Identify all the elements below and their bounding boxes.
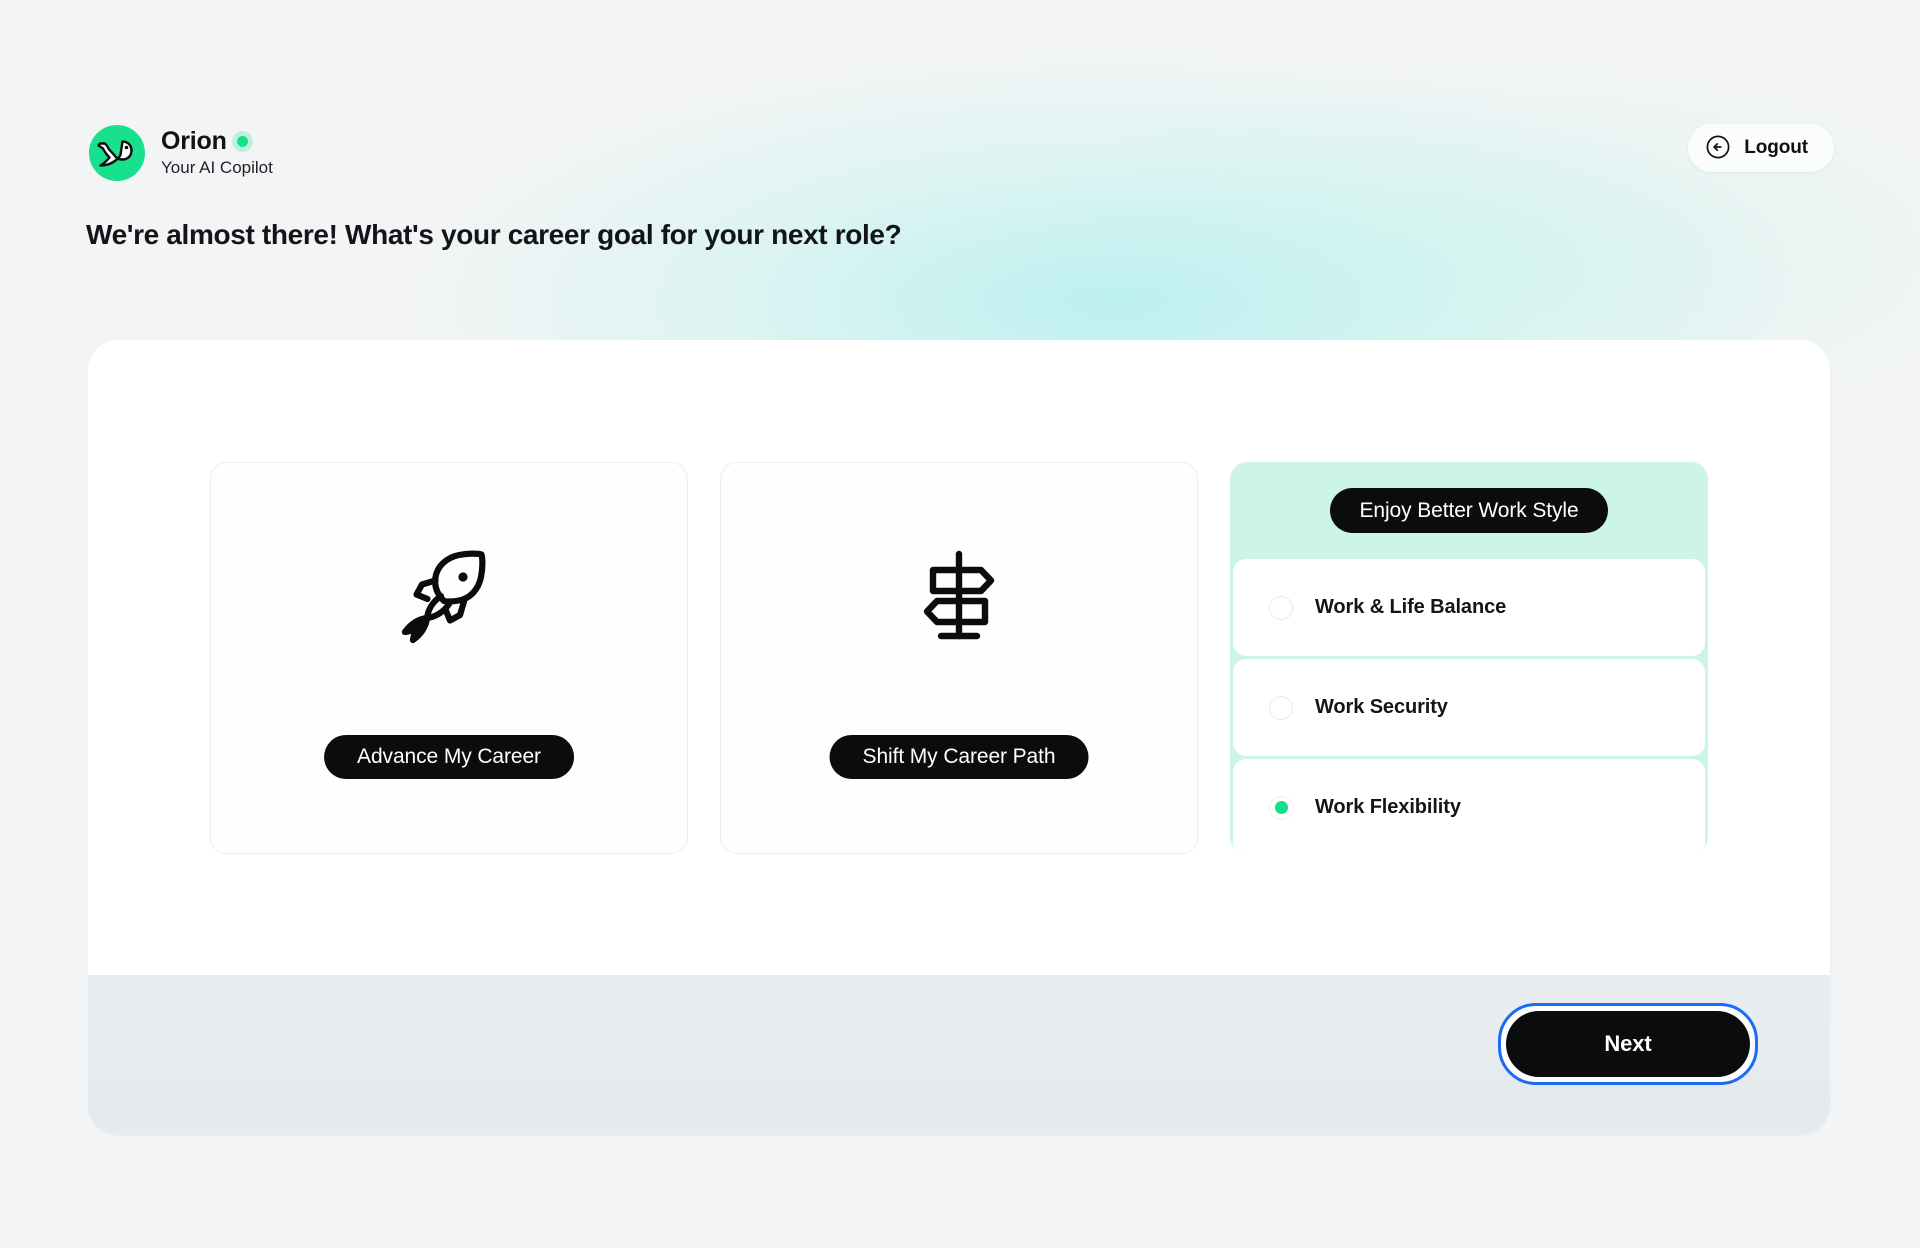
bird-logo-icon <box>86 122 148 184</box>
option-label: Work & Life Balance <box>1315 596 1507 618</box>
brand-text: Orion Your AI Copilot <box>161 126 273 179</box>
shift-my-career-path-button[interactable]: Shift My Career Path <box>829 735 1089 779</box>
option-row-work-flexibility[interactable]: Work Flexibility <box>1233 759 1705 854</box>
brand-tagline: Your AI Copilot <box>161 157 273 177</box>
radio-icon-work-life-balance[interactable] <box>1269 595 1293 620</box>
panel-body: Advance My Career Shift My Career Path E… <box>88 340 1830 975</box>
option-row-work-security[interactable]: Work Security <box>1233 659 1705 756</box>
option-label: Work Security <box>1315 696 1448 718</box>
brand: Orion Your AI Copilot <box>86 122 273 184</box>
work-style-options: Work & Life Balance Work Security Work F… <box>1230 559 1708 854</box>
choice-card-shift-my-career-path[interactable]: Shift My Career Path <box>720 462 1198 854</box>
work-style-card: Enjoy Better Work Style Work & Life Bala… <box>1230 462 1708 854</box>
work-style-header: Enjoy Better Work Style <box>1230 462 1708 559</box>
brand-name-row: Orion <box>161 127 273 156</box>
advance-my-career-button[interactable]: Advance My Career <box>324 735 574 779</box>
choice-cards: Advance My Career Shift My Career Path E… <box>210 462 1708 854</box>
option-row-work-life-balance[interactable]: Work & Life Balance <box>1233 559 1705 656</box>
brand-name: Orion <box>161 127 227 156</box>
next-button[interactable]: Next <box>1506 1011 1750 1077</box>
option-label: Work Flexibility <box>1315 796 1461 818</box>
page-title: We're almost there! What's your career g… <box>86 219 902 250</box>
logout-label: Logout <box>1744 137 1808 158</box>
enjoy-better-work-style-button[interactable]: Enjoy Better Work Style <box>1330 488 1608 533</box>
app-header: Orion Your AI Copilot Logout <box>86 122 1834 184</box>
next-button-focus-ring: Next <box>1498 1003 1758 1085</box>
signpost-icon <box>904 541 1014 651</box>
panel-footer: Next <box>88 975 1830 1135</box>
page-root: Orion Your AI Copilot Logout We're almos… <box>0 0 1920 1248</box>
radio-icon-work-security[interactable] <box>1269 695 1293 720</box>
logout-button[interactable]: Logout <box>1688 124 1834 172</box>
main-panel: Advance My Career Shift My Career Path E… <box>88 340 1830 1135</box>
rocket-icon <box>394 541 504 651</box>
arrow-left-circle-icon <box>1705 134 1731 163</box>
choice-card-advance-my-career[interactable]: Advance My Career <box>210 462 688 854</box>
status-dot-icon <box>236 136 248 148</box>
radio-icon-work-flexibility[interactable] <box>1269 795 1293 820</box>
